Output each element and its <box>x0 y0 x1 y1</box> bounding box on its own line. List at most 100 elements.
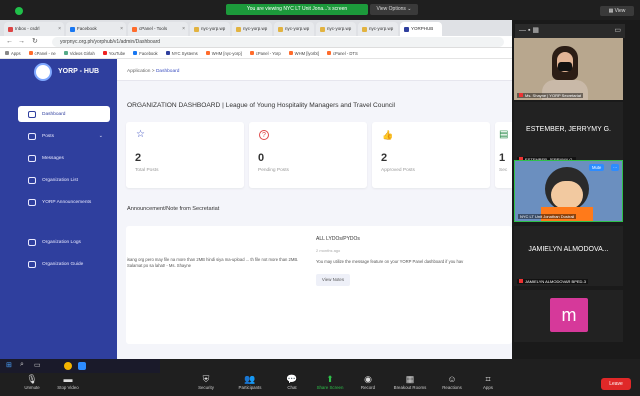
participant-tile[interactable]: ESTEMBER, JERRYMY G. ESTEMBER, JERRYMY G… <box>514 102 623 164</box>
participant-tile[interactable]: JAMIELYN ALMODOVA... JAMIELYN ALMODOVAR … <box>514 226 623 286</box>
yorp-logo-icon <box>34 63 52 81</box>
app-logo-text: YORP - HUB <box>58 68 100 75</box>
sidebar-item-organization-logs[interactable]: Organization Logs <box>18 234 111 250</box>
back-arrow-icon[interactable]: ← <box>6 38 13 46</box>
stat-card-pending-posts: ? 0 Pending Posts <box>249 122 367 188</box>
cpanel-icon <box>132 26 137 32</box>
gallery-layout-icon[interactable]: ▭ <box>614 26 621 34</box>
browser-tab-active[interactable]: YORPHUB <box>400 22 442 36</box>
stat-label: Sec <box>499 168 508 173</box>
close-tab-icon[interactable]: × <box>58 22 61 36</box>
stat-value: 2 <box>381 152 388 164</box>
reload-icon[interactable]: ↻ <box>32 38 38 46</box>
chrome-icon[interactable] <box>64 362 72 370</box>
more-options-icon[interactable]: ··· <box>611 164 620 171</box>
stat-label: Pending Posts <box>258 168 289 173</box>
browser-tab[interactable]: Facebook × <box>66 22 126 36</box>
stop-video-button[interactable]: ▬ Stop Video <box>46 374 90 396</box>
muted-mic-icon <box>519 93 523 97</box>
bookmark-icon <box>249 51 254 55</box>
chevron-down-icon: ⌄ <box>98 133 103 139</box>
bookmark-icon <box>288 51 293 55</box>
sidebar-item-messages[interactable]: Messages <box>18 150 111 166</box>
gallery-header: — ▪ ▦ ▭ <box>515 24 625 38</box>
bookmark-item[interactable]: Facebook <box>133 51 158 56</box>
bookmark-item[interactable]: Apps <box>5 51 21 56</box>
windows-start-icon[interactable]: ⊞ <box>6 361 12 369</box>
mute-participant-button[interactable]: Mute <box>589 164 605 171</box>
participant-tile[interactable]: m <box>514 290 623 342</box>
bookmark-icon <box>205 51 210 55</box>
apps-grid-icon <box>5 51 9 55</box>
gallery-view-icon[interactable]: — ▪ ▦ <box>519 26 539 34</box>
cpanel-icon <box>28 51 33 55</box>
tab-favicon-icon <box>236 26 241 32</box>
sidebar-item-organization-guide[interactable]: Organization Guide <box>18 256 111 272</box>
sidebar-item-organization-list[interactable]: Organization List <box>18 172 111 188</box>
bookmark-item[interactable]: WHM [lyorbt] <box>288 51 319 56</box>
screen: You are viewing NYC LT Unit Jona...'s sc… <box>0 0 640 396</box>
close-tab-icon[interactable]: × <box>120 22 123 36</box>
participant-big-name: JAMIELYN ALMODOVA... <box>528 246 609 253</box>
home-icon <box>28 110 36 118</box>
star-icon: ☆ <box>136 129 145 140</box>
browser-tab[interactable]: cPanel - Tools × <box>128 22 188 36</box>
record-button[interactable]: ◉ Record <box>346 374 390 396</box>
thumbs-up-icon: 👍 <box>382 130 394 140</box>
breakout-rooms-button[interactable]: ▦ Breakout Rooms <box>388 374 432 396</box>
bookmark-item[interactable]: Videos Girlah <box>63 51 95 56</box>
announcement-heading: Announcement/Note from Secretariat <box>127 206 220 212</box>
task-view-icon[interactable]: ▭ <box>34 361 41 369</box>
browser-tab[interactable]: nyc-yorp.wp <box>190 22 230 36</box>
participants-button[interactable]: 👥 Participants <box>228 374 272 396</box>
sidebar-item-dashboard[interactable]: Dashboard <box>18 106 110 122</box>
close-tab-icon[interactable]: × <box>182 22 185 36</box>
bookmark-icon <box>63 51 68 55</box>
breadcrumb: Application > Dashboard <box>127 69 180 74</box>
avatar-face <box>551 181 583 209</box>
viewing-screen-banner: You are viewing NYC LT Unit Jona...'s sc… <box>226 4 368 15</box>
browser-tab[interactable]: nyc-yorp.wp <box>274 22 314 36</box>
security-button[interactable]: ⛨ Security <box>184 374 228 396</box>
tab-favicon-icon <box>194 26 199 32</box>
people-icon: 👥 <box>244 374 256 384</box>
leave-button[interactable]: Leave <box>601 378 631 390</box>
breadcrumb-root[interactable]: Application <box>127 69 150 74</box>
view-button[interactable]: ▦ View <box>600 6 634 16</box>
tab-favicon-icon <box>404 26 409 32</box>
stat-card-partial: ▤ 1 Sec <box>495 122 512 188</box>
windows-taskbar: ⊞ ⌕ ▭ <box>0 359 160 373</box>
record-icon: ◉ <box>364 374 372 384</box>
view-options-button[interactable]: View Options ⌄ <box>370 4 418 15</box>
browser-tab[interactable]: nyc-yorp.wp <box>232 22 272 36</box>
sidebar-item-yorp-announcements[interactable]: YORP Announcements <box>18 194 111 210</box>
participant-big-name: ESTEMBER, JERRYMY G. <box>526 126 611 133</box>
search-icon[interactable]: ⌕ <box>20 361 24 369</box>
participant-tile-active[interactable]: Mute ··· NYC LT Unit Jonathan Dustrail <box>514 160 623 222</box>
bookmark-item[interactable]: WHM [nyc-yorp] <box>205 51 242 56</box>
bookmark-item[interactable]: YouTube <box>102 51 125 56</box>
apps-button[interactable]: ⌗ Apps <box>466 374 510 396</box>
view-notes-button[interactable]: View Notes <box>316 274 350 286</box>
muted-mic-icon <box>519 279 523 283</box>
bookmark-item[interactable]: cPanel - Yorp <box>249 51 281 56</box>
browser-tab[interactable]: Inbox - csdrl × <box>4 22 64 36</box>
browser-tab[interactable]: nyc-yorp.wp <box>316 22 356 36</box>
bookmark-item[interactable]: cPanel - DTS <box>326 51 358 56</box>
users-icon <box>28 238 36 246</box>
document-icon: ▤ <box>499 129 509 140</box>
forward-arrow-icon[interactable]: → <box>18 38 25 46</box>
zoom-app-icon[interactable] <box>78 362 86 370</box>
stat-value: 1 <box>499 152 506 164</box>
tab-favicon-icon <box>278 26 283 32</box>
megaphone-icon <box>28 198 36 206</box>
url-field[interactable]: yorpnyc.org.ph/yorphub/v1/admin/Dashboar… <box>52 37 504 47</box>
participant-tile[interactable]: Ms. Shayne | YORP Secretariat <box>514 38 623 100</box>
grid-icon: ▦ <box>405 374 415 384</box>
bookmark-icon <box>165 51 170 55</box>
bookmark-item[interactable]: NYC Systems <box>165 51 198 56</box>
breadcrumb-current: Dashboard <box>155 69 180 74</box>
bookmark-item[interactable]: cPanel - ne <box>28 51 56 56</box>
sidebar-item-posts[interactable]: Posts ⌄ <box>18 128 111 144</box>
browser-tab[interactable]: nyc-yorp.wp <box>358 22 398 36</box>
